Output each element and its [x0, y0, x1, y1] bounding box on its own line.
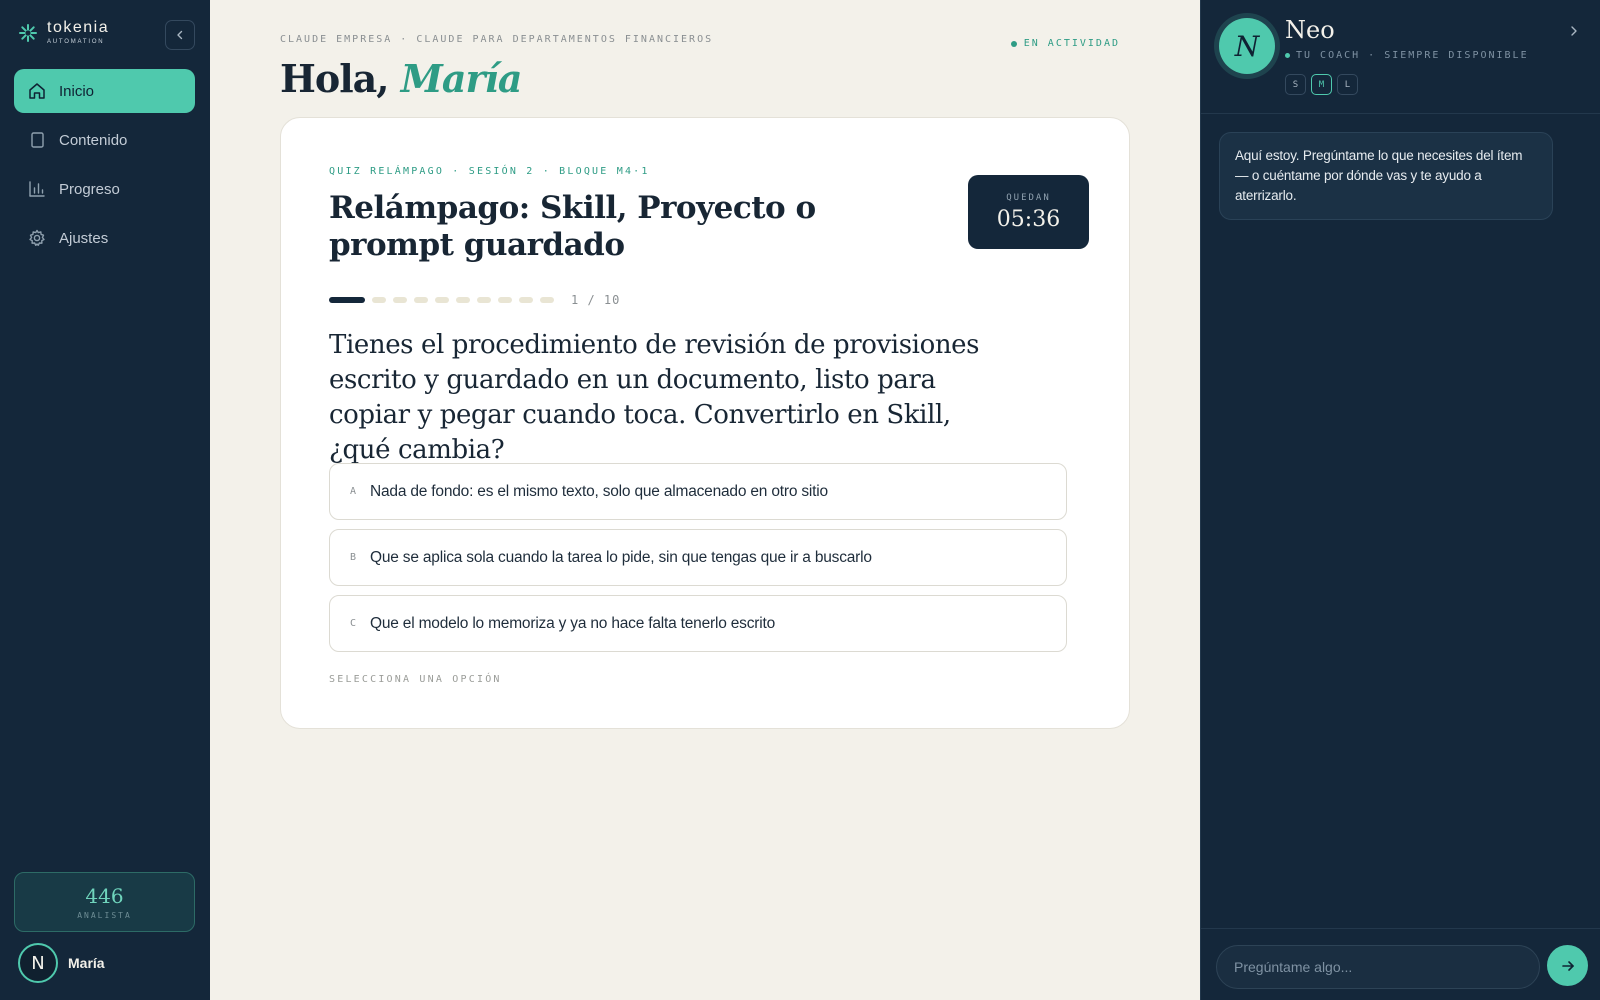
coach-role-label: TU COACH · SIEMPRE DISPONIBLE: [1296, 50, 1529, 61]
greeting-name: María: [400, 56, 523, 101]
size-s-button[interactable]: S: [1285, 74, 1306, 95]
coach-role: TU COACH · SIEMPRE DISPONIBLE: [1285, 50, 1529, 61]
select-hint: SELECCIONA UNA OPCIÓN: [329, 674, 502, 685]
bar-chart-icon: [29, 181, 45, 197]
answer-option-a[interactable]: A Nada de fondo: es el mismo texto, solo…: [329, 463, 1067, 520]
sidebar-item-label: Progreso: [59, 180, 120, 198]
online-dot-icon: [1285, 53, 1290, 58]
progress-segment: [477, 297, 491, 303]
main-content: CLAUDE EMPRESA · CLAUDE PARA DEPARTAMENT…: [210, 0, 1200, 1000]
coach-avatar: N: [1219, 18, 1275, 74]
quiz-title: Relámpago: Skill, Proyecto o prompt guar…: [329, 190, 816, 263]
progress-segment: [456, 297, 470, 303]
score-value: 446: [85, 883, 124, 908]
sidebar-item-label: Inicio: [59, 82, 95, 100]
quiz-timer: QUEDAN 05:36: [968, 175, 1089, 249]
progress-count: 1 / 10: [571, 293, 621, 307]
collapse-sidebar-button[interactable]: [165, 20, 195, 50]
quiz-eyebrow: QUIZ RELÁMPAGO · SESIÓN 2 · BLOQUE M4·1: [329, 166, 650, 177]
sidebar-item-progreso[interactable]: Progreso: [14, 167, 195, 211]
sidebar: tokenia AUTOMATION Inicio Contenido Prog…: [0, 0, 210, 1000]
timer-label: QUEDAN: [1006, 192, 1051, 203]
user-name: María: [68, 955, 105, 971]
arrow-right-icon: [1561, 960, 1574, 971]
logo-mark-icon: [19, 23, 37, 42]
coach-name: Neo: [1285, 16, 1335, 44]
timer-value: 05:36: [996, 206, 1061, 232]
collapse-coach-button[interactable]: [1567, 24, 1581, 43]
answer-option-b[interactable]: B Que se aplica sola cuando la tarea lo …: [329, 529, 1067, 586]
chat-composer: [1201, 928, 1600, 1000]
option-text: Que se aplica sola cuando la tarea lo pi…: [370, 548, 872, 566]
sidebar-item-contenido[interactable]: Contenido: [14, 118, 195, 162]
sidebar-item-label: Contenido: [59, 131, 128, 149]
status-badge: EN ACTIVIDAD: [1010, 38, 1120, 49]
quiz-progress: 1 / 10: [329, 293, 620, 307]
sidebar-nav: Inicio Contenido Progreso Ajustes: [14, 69, 195, 265]
chevron-left-icon: [177, 30, 183, 40]
size-l-button[interactable]: L: [1337, 74, 1358, 95]
sidebar-item-label: Ajustes: [59, 229, 109, 247]
progress-segment: [540, 297, 554, 303]
option-text: Nada de fondo: es el mismo texto, solo q…: [370, 482, 828, 500]
home-icon: [29, 83, 45, 99]
option-letter: A: [350, 486, 357, 497]
answer-option-c[interactable]: C Que el modelo lo memoriza y ya no hace…: [329, 595, 1067, 652]
avatar: N: [18, 943, 58, 983]
coach-panel: N Neo TU COACH · SIEMPRE DISPONIBLE S M …: [1200, 0, 1600, 1000]
breadcrumb: CLAUDE EMPRESA · CLAUDE PARA DEPARTAMENT…: [280, 34, 714, 45]
status-label: EN ACTIVIDAD: [1023, 38, 1120, 49]
coach-message: Aquí estoy. Pregúntame lo que necesites …: [1219, 132, 1553, 220]
gear-icon: [29, 229, 45, 246]
send-button[interactable]: [1547, 945, 1588, 986]
answer-options: A Nada de fondo: es el mismo texto, solo…: [329, 463, 1067, 661]
progress-segment: [393, 297, 407, 303]
progress-segment: [519, 297, 533, 303]
page-title: Hola, María: [280, 56, 523, 101]
option-letter: B: [350, 552, 357, 563]
document-icon: [31, 132, 44, 148]
coach-header: N Neo TU COACH · SIEMPRE DISPONIBLE S M …: [1201, 0, 1600, 114]
progress-segment: [372, 297, 386, 303]
progress-segment: [498, 297, 512, 303]
quiz-question: Tienes el procedimiento de revisión de p…: [329, 330, 980, 465]
quiz-card: QUIZ RELÁMPAGO · SESIÓN 2 · BLOQUE M4·1 …: [280, 117, 1130, 729]
chevron-right-icon: [1571, 26, 1577, 36]
size-m-button[interactable]: M: [1311, 74, 1332, 95]
progress-segment: [329, 297, 365, 303]
score-card[interactable]: 446 ANALISTA: [14, 872, 195, 932]
progress-segment: [414, 297, 428, 303]
chat-input[interactable]: [1216, 945, 1540, 989]
brand-logo[interactable]: tokenia AUTOMATION: [18, 20, 109, 45]
brand-name: tokenia: [47, 19, 110, 36]
option-letter: C: [350, 618, 357, 629]
brand-tagline: AUTOMATION: [47, 39, 105, 45]
text-size-selector: S M L: [1285, 74, 1358, 95]
sidebar-item-inicio[interactable]: Inicio: [14, 69, 195, 113]
option-text: Que el modelo lo memoriza y ya no hace f…: [370, 614, 775, 632]
greeting-prefix: Hola,: [280, 56, 390, 101]
sidebar-item-ajustes[interactable]: Ajustes: [14, 216, 195, 260]
user-profile[interactable]: N María: [18, 943, 105, 983]
progress-segment: [435, 297, 449, 303]
score-label: ANALISTA: [77, 910, 132, 920]
status-dot-icon: [1010, 40, 1017, 47]
